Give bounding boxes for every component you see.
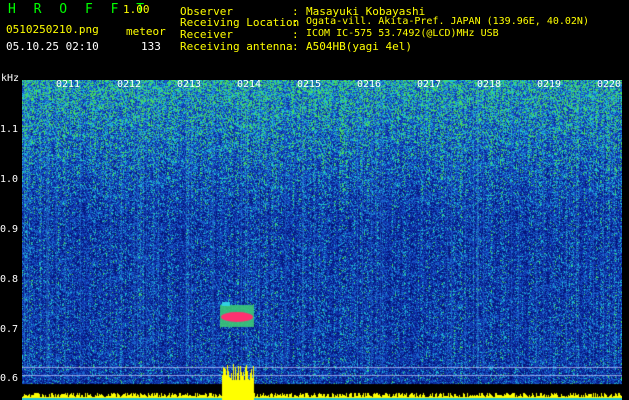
time-tick-label: 0214 [237, 79, 262, 90]
y-axis-unit: kHz [1, 73, 20, 84]
datetime-label: 05.10.25 02:10 [6, 40, 99, 53]
antenna-label: Receiving antenna [180, 40, 293, 53]
time-tick-label: 0211 [56, 79, 81, 90]
y-tick-label: 0.6 [0, 373, 19, 384]
time-tick-label: 0212 [117, 79, 142, 90]
y-tick-label: 0.9 [0, 224, 19, 235]
time-tick-label: 0213 [177, 79, 202, 90]
location-label: Receiving Location [180, 16, 300, 29]
time-tick-label: 0215 [297, 79, 322, 90]
mode-label: meteor [126, 25, 166, 38]
time-tick-label: 0217 [417, 79, 442, 90]
y-tick-label: 0.7 [0, 324, 19, 335]
y-tick-label: 0.8 [0, 274, 19, 285]
receiver-sep: : [292, 28, 299, 41]
time-tick-label: 0220 [597, 79, 622, 90]
time-tick-label: 0218 [477, 79, 502, 90]
antenna-sep: : [292, 40, 299, 53]
filename-label: 0510250210.png [6, 23, 99, 36]
spectrogram-plot [22, 80, 622, 400]
y-tick-label: 1.1 [0, 124, 19, 135]
location-sep: : [292, 16, 299, 29]
time-tick-label: 0216 [357, 79, 382, 90]
y-tick-label: 1.0 [0, 174, 19, 185]
receiver-label: Receiver [180, 28, 233, 41]
location-value: Ogata-vill. Akita-Pref. JAPAN (139.96E, … [306, 16, 589, 27]
receiver-value: ICOM IC-575 53.7492(@LCD)MHz USB [306, 28, 499, 39]
app-version: 1.00 [123, 3, 150, 16]
antenna-value: A504HB(yagi 4el) [306, 40, 412, 53]
count-label: 133 [141, 40, 161, 53]
time-tick-label: 0219 [537, 79, 562, 90]
